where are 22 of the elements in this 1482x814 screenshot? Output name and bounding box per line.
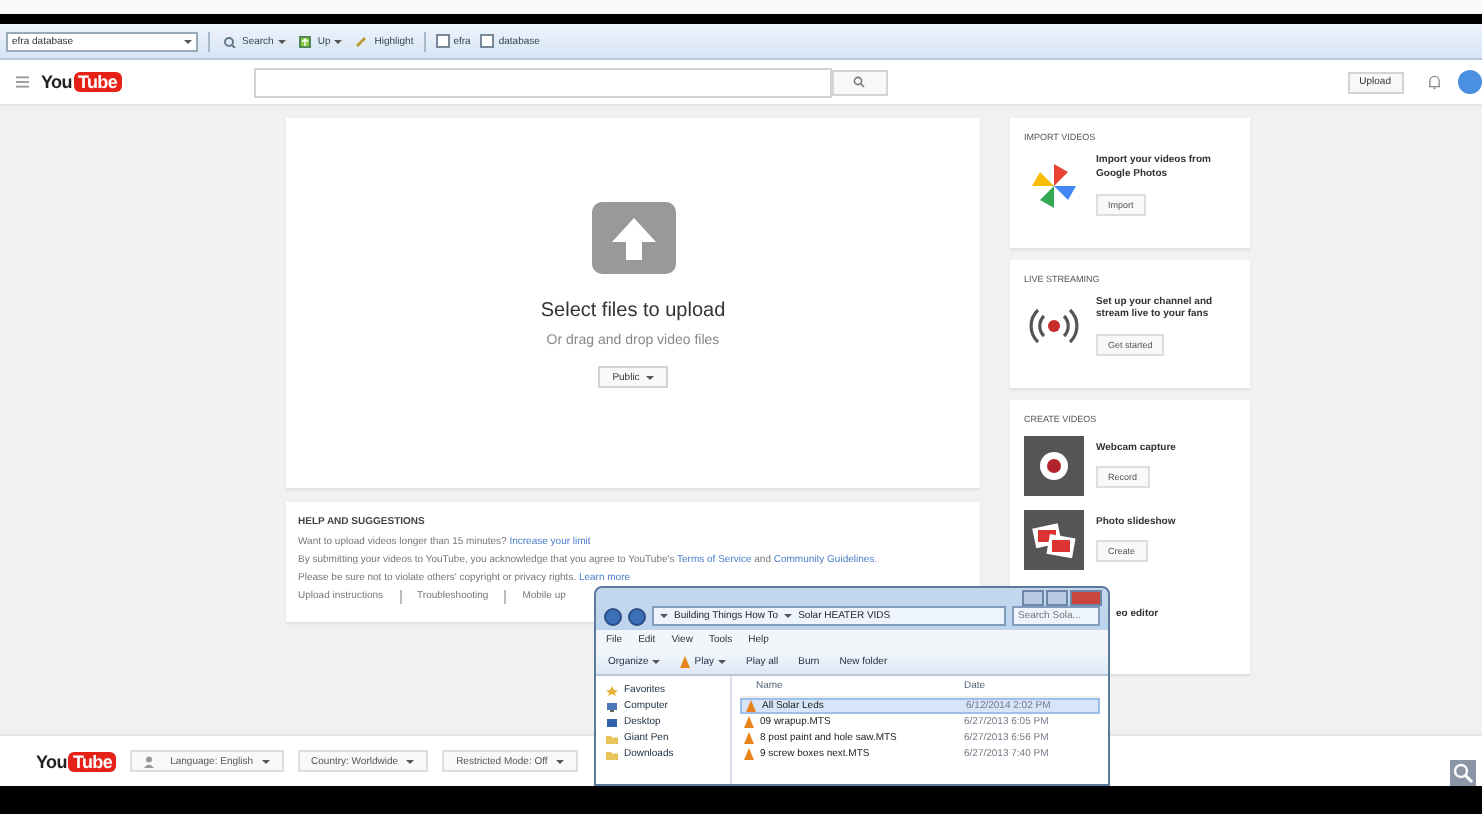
pen-icon: [352, 35, 371, 47]
minimize-button[interactable]: [1022, 590, 1044, 606]
avatar[interactable]: [1458, 70, 1482, 94]
back-button[interactable]: [604, 607, 622, 625]
magnifier-icon[interactable]: [1450, 760, 1476, 786]
up-arrow-icon: [295, 35, 314, 47]
desktop-icon: [606, 717, 618, 727]
record-icon: [1024, 436, 1084, 496]
upload-title: Select files to upload: [540, 300, 726, 322]
search-field[interactable]: [253, 67, 832, 97]
search-button[interactable]: [831, 69, 888, 95]
forward-button[interactable]: [628, 607, 646, 625]
menu-icon[interactable]: [16, 76, 29, 88]
computer-icon: [606, 701, 618, 711]
search-icon: [220, 35, 238, 47]
bell-icon[interactable]: [1427, 74, 1440, 90]
star-icon: [606, 685, 618, 695]
cone-icon: [680, 656, 691, 668]
photos-icon: [1024, 510, 1084, 570]
search-icon: [850, 76, 869, 88]
maximize-button[interactable]: [1046, 590, 1068, 606]
upload-icon[interactable]: [591, 202, 675, 274]
